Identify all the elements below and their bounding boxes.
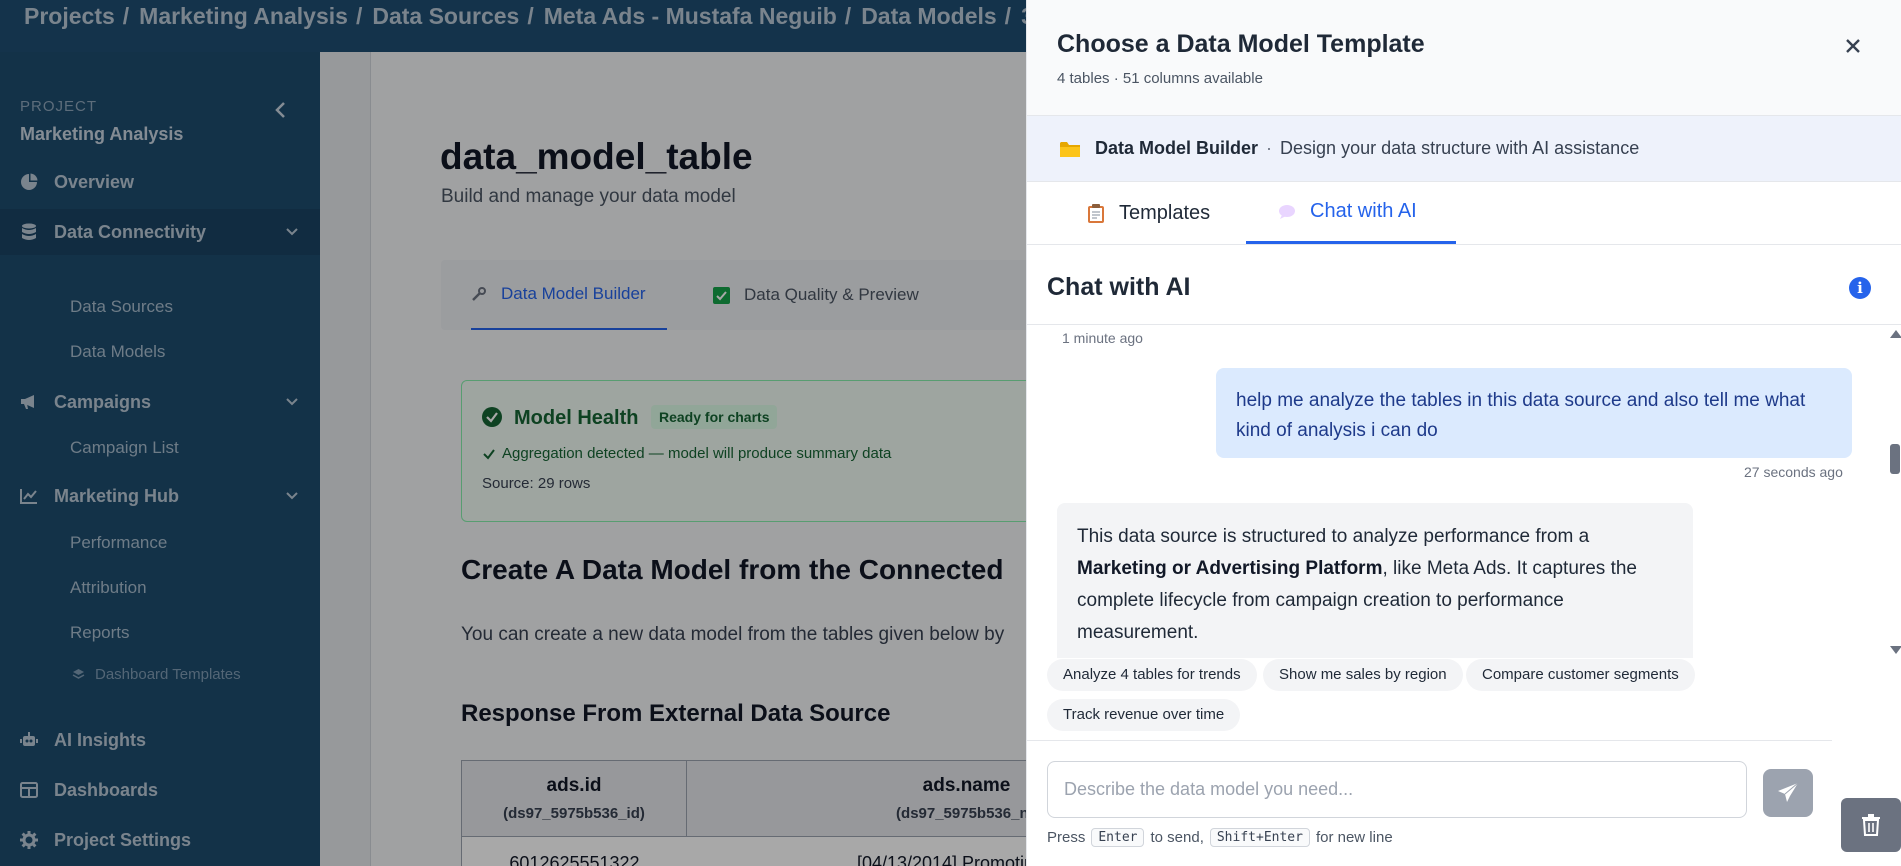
drawer-subtitle: 4 tables · 51 columns available	[1057, 70, 1263, 87]
modal-backdrop[interactable]	[0, 0, 1026, 866]
folder-icon	[1060, 141, 1080, 157]
send-button[interactable]	[1763, 769, 1813, 817]
suggestion-chip[interactable]: Analyze 4 tables for trends	[1047, 659, 1257, 691]
builder-name: Data Model Builder	[1095, 138, 1259, 158]
suggestion-chip[interactable]: Track revenue over time	[1047, 699, 1241, 731]
trash-icon	[1862, 814, 1880, 836]
message-timestamp: 27 seconds ago	[1744, 464, 1843, 480]
suggestion-chip[interactable]: Show me sales by region	[1263, 659, 1463, 691]
input-hint: Press Enter to send, Shift+Enter for new…	[1047, 828, 1393, 847]
suggestion-chip[interactable]: Compare customer segments	[1466, 659, 1695, 691]
tab-templates[interactable]: Templates	[1087, 182, 1210, 244]
paper-plane-icon	[1778, 782, 1799, 802]
builder-info-bar: Data Model Builder · Design your data st…	[1027, 116, 1901, 182]
enter-key: Enter	[1091, 828, 1145, 847]
template-drawer: Choose a Data Model Template 4 tables · …	[1026, 0, 1901, 866]
info-icon[interactable]: i	[1849, 277, 1871, 299]
message-timestamp: 1 minute ago	[1062, 330, 1143, 346]
scroll-up-arrow-icon[interactable]	[1890, 330, 1901, 338]
close-icon	[1846, 39, 1860, 53]
drawer-header: Choose a Data Model Template 4 tables · …	[1027, 0, 1901, 116]
chat-title: Chat with AI	[1047, 273, 1191, 301]
chat-messages[interactable]: 1 minute ago help me analyze the tables …	[1027, 326, 1887, 658]
ai-message: This data source is structured to analyz…	[1057, 503, 1693, 658]
clipboard-icon	[1088, 204, 1104, 223]
speech-bubble-icon	[1279, 204, 1295, 219]
close-button[interactable]	[1840, 33, 1866, 59]
user-message: help me analyze the tables in this data …	[1216, 368, 1852, 458]
chat-header: Chat with AI i	[1027, 245, 1901, 325]
chat-input[interactable]	[1047, 761, 1747, 818]
drawer-title: Choose a Data Model Template	[1057, 30, 1425, 58]
clear-chat-button[interactable]	[1841, 798, 1901, 852]
shift-enter-key: Shift+Enter	[1209, 828, 1310, 847]
scroll-down-arrow-icon[interactable]	[1890, 646, 1901, 654]
tab-chat-with-ai[interactable]: Chat with AI	[1246, 182, 1456, 244]
chat-scrollbar[interactable]	[1887, 326, 1901, 658]
scroll-thumb[interactable]	[1890, 444, 1900, 474]
builder-description: Design your data structure with AI assis…	[1280, 138, 1640, 158]
